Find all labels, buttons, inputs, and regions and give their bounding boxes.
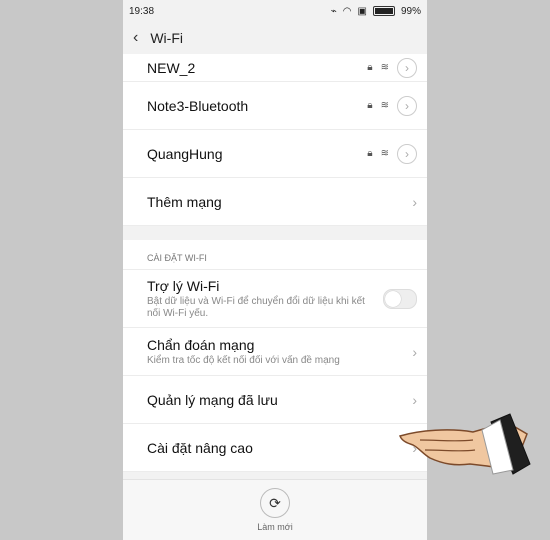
status-time: 19:38 xyxy=(129,5,155,17)
bottom-bar: ⟳ Làm mới xyxy=(123,479,427,540)
wifi-assistant-title: Trợ lý Wi-Fi xyxy=(147,277,220,294)
section-label: CÀI ĐẶT WI-FI xyxy=(123,240,427,270)
add-network-row[interactable]: Thêm mạng › xyxy=(123,178,427,226)
refresh-icon[interactable]: ⟳ xyxy=(260,488,290,518)
lock-icon: 🔒︎ xyxy=(367,148,373,159)
page-title: Wi-Fi xyxy=(150,30,183,46)
wifi-status-icon: ◠ xyxy=(342,5,352,17)
sim-icon: ▣ xyxy=(357,5,367,17)
network-name: Note3-Bluetooth xyxy=(147,97,249,114)
network-row[interactable]: Note3-Bluetooth 🔒︎ ≋ › xyxy=(123,82,427,130)
saved-networks-row[interactable]: Quản lý mạng đã lưu › xyxy=(123,376,427,424)
chevron-right-icon: › xyxy=(412,343,417,360)
wifi-assistant-row[interactable]: Trợ lý Wi-Fi Bật dữ liệu và Wi-Fi để chu… xyxy=(123,270,427,328)
wifi-icon: ≋ xyxy=(380,62,389,73)
network-row[interactable]: QuangHung 🔒︎ ≋ › xyxy=(123,130,427,178)
wifi-settings: CÀI ĐẶT WI-FI Trợ lý Wi-Fi Bật dữ liệu v… xyxy=(123,240,427,472)
saved-networks-title: Quản lý mạng đã lưu xyxy=(147,391,278,408)
network-diagnostics-row[interactable]: Chẩn đoán mạng Kiểm tra tốc độ kết nối đ… xyxy=(123,328,427,376)
battery-icon xyxy=(372,6,395,16)
lock-icon: 🔒︎ xyxy=(367,100,373,111)
back-chevron-left-icon[interactable]: ‹ xyxy=(133,29,138,47)
phone-screen: 19:38 ⌁ ◠ ▣ 99% ‹ Wi-Fi NEW_2 🔒︎ ≋ › Not… xyxy=(123,0,427,540)
details-chevron-right-icon[interactable]: › xyxy=(397,143,417,164)
refresh-label: Làm mới xyxy=(257,522,293,532)
chevron-right-icon: › xyxy=(412,193,417,210)
pointing-hand-icon xyxy=(398,413,531,475)
network-diagnostics-subtitle: Kiểm tra tốc độ kết nối đối với vấn đề m… xyxy=(147,354,340,366)
wifi-icon: ≋ xyxy=(380,100,389,111)
network-actions: 🔒︎ ≋ › xyxy=(367,143,417,164)
wifi-assistant-subtitle: Bật dữ liệu và Wi-Fi để chuyển đổi dữ li… xyxy=(147,295,365,319)
add-network-label: Thêm mạng xyxy=(147,193,222,210)
status-icons: ⌁ ◠ ▣ 99% xyxy=(331,6,421,17)
mute-icon: ⌁ xyxy=(330,5,337,17)
network-name: QuangHung xyxy=(147,145,223,162)
page-header: ‹ Wi-Fi xyxy=(123,22,427,54)
wifi-assistant-toggle[interactable] xyxy=(383,288,417,309)
details-chevron-right-icon[interactable]: › xyxy=(397,95,417,116)
network-actions: 🔒︎ ≋ › xyxy=(367,95,417,116)
network-row[interactable]: NEW_2 🔒︎ ≋ › xyxy=(123,54,427,82)
status-bar: 19:38 ⌁ ◠ ▣ 99% xyxy=(123,0,427,22)
network-list: NEW_2 🔒︎ ≋ › Note3-Bluetooth 🔒︎ ≋ › Quan… xyxy=(123,54,427,226)
battery-text: 99% xyxy=(400,5,421,17)
network-actions: 🔒︎ ≋ › xyxy=(367,57,417,78)
network-diagnostics-title: Chẩn đoán mạng xyxy=(147,336,255,353)
lock-icon: 🔒︎ xyxy=(367,62,373,73)
network-name: NEW_2 xyxy=(147,59,196,76)
advanced-settings-row[interactable]: Cài đặt nâng cao › xyxy=(123,424,427,472)
details-chevron-right-icon[interactable]: › xyxy=(397,57,417,78)
wifi-icon: ≋ xyxy=(380,148,389,159)
advanced-settings-title: Cài đặt nâng cao xyxy=(147,439,253,456)
